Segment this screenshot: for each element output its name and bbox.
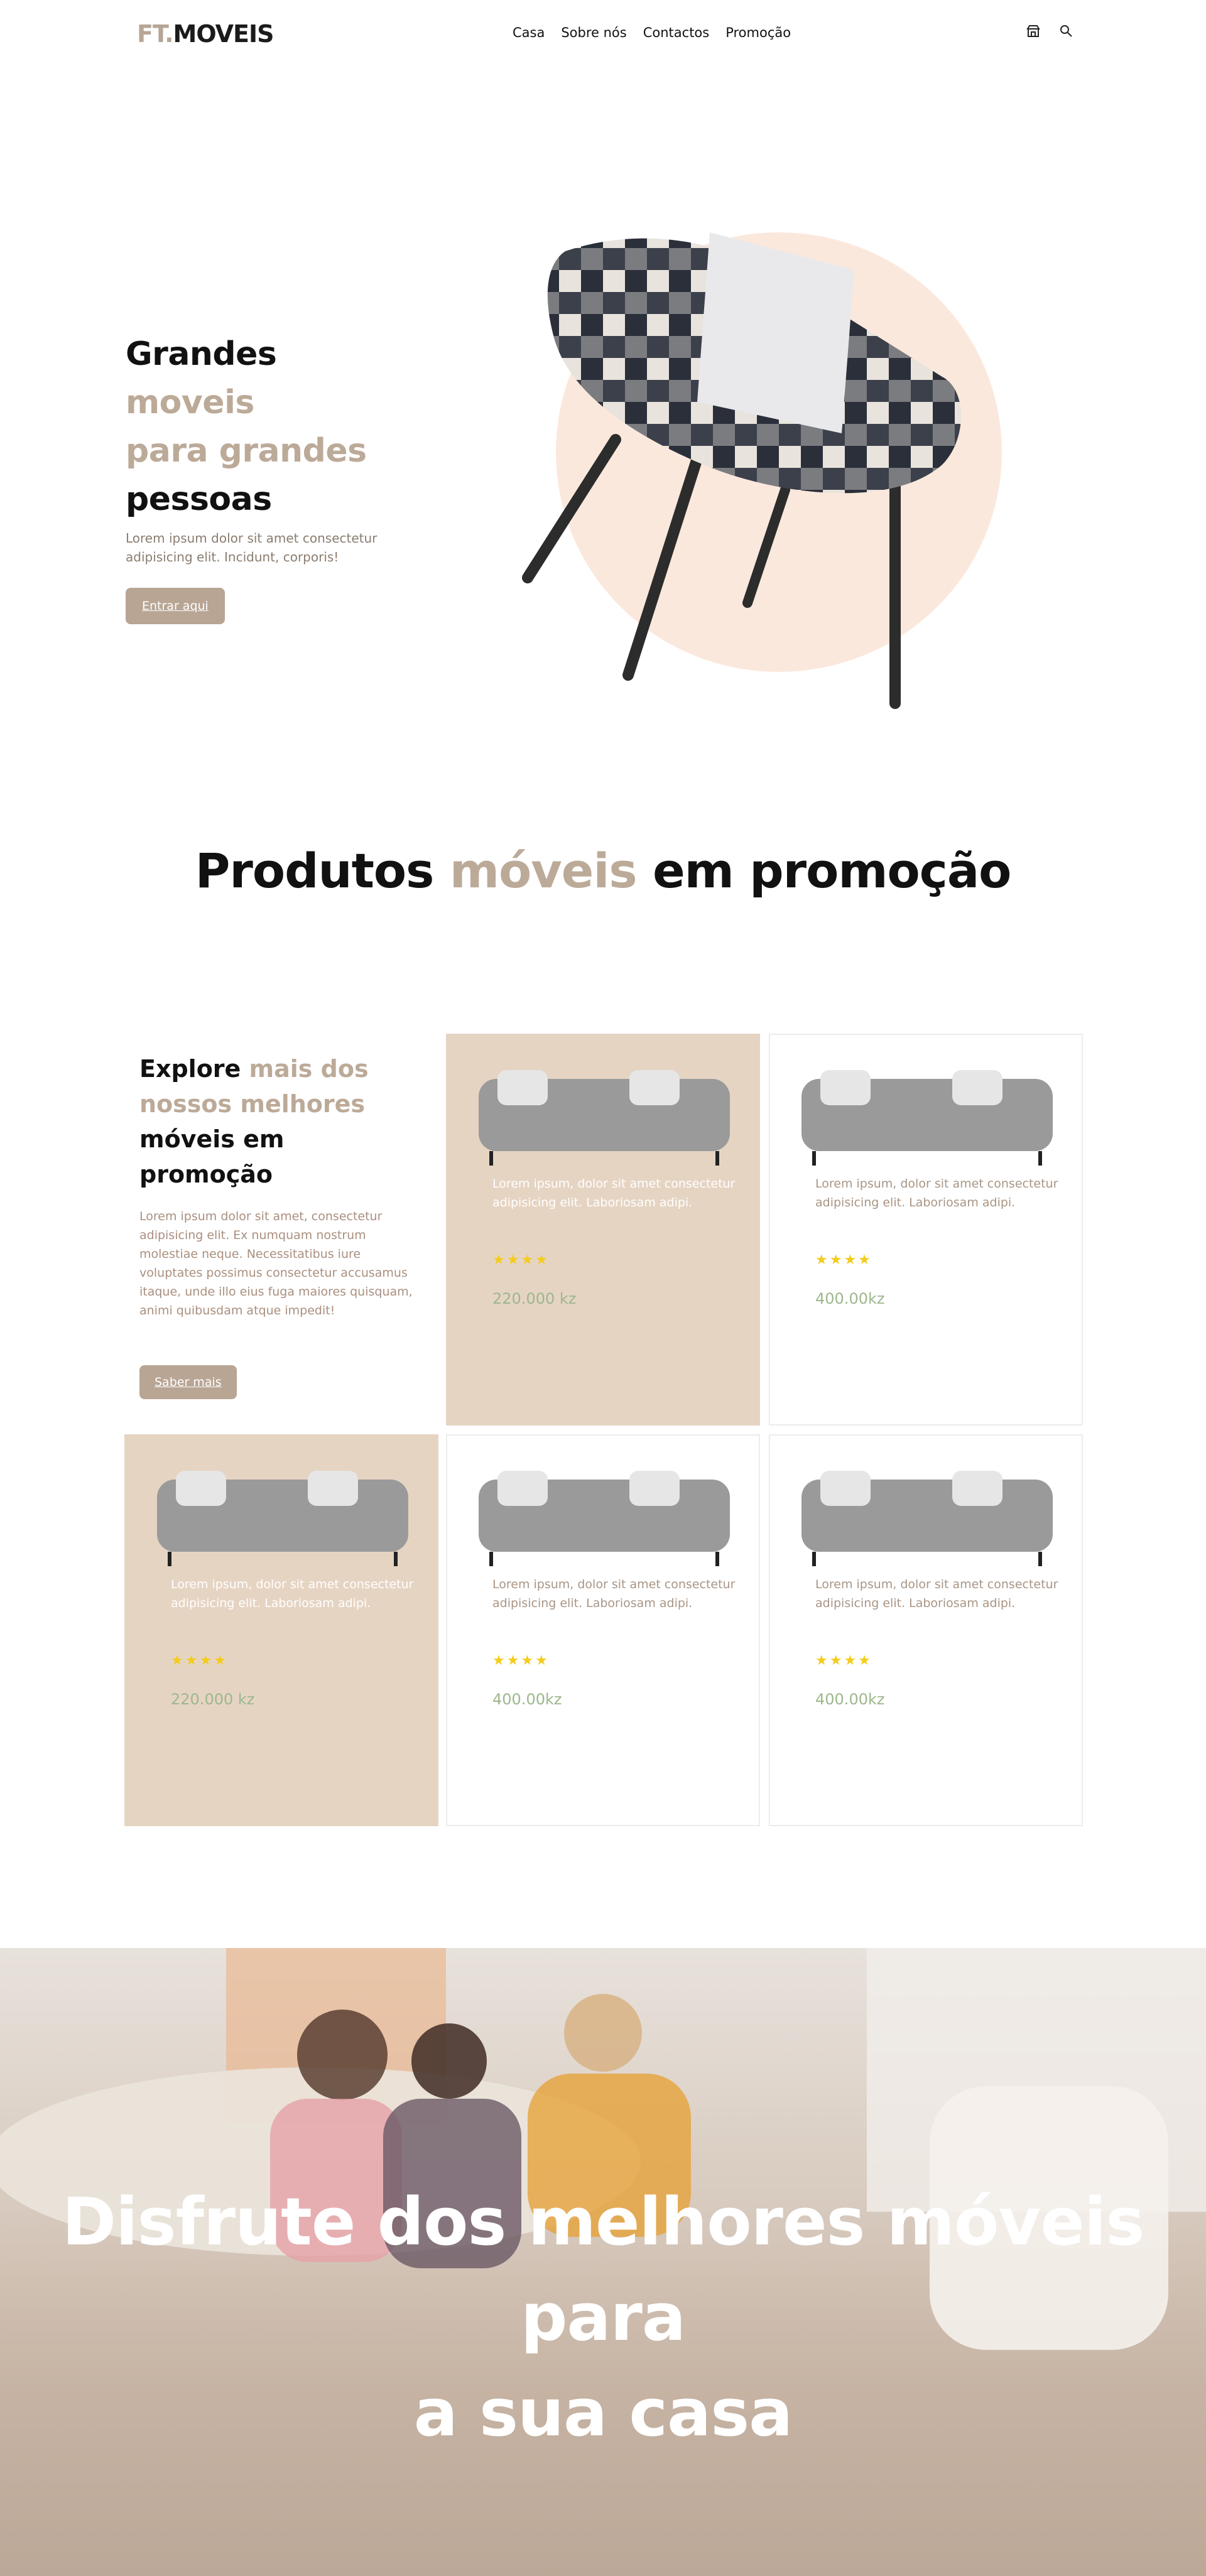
logo-prefix: FT. [137,20,174,48]
product-card[interactable]: Lorem ipsum, dolor sit amet consectetur … [446,1434,760,1826]
product-card[interactable]: Lorem ipsum, dolor sit amet consectetur … [446,1034,760,1426]
star-rating: ★★★★ [492,1252,550,1268]
menu-contactos[interactable]: Contactos [643,25,710,40]
product-price: 220.000 kz [492,1290,577,1307]
star-rating: ★★★★ [815,1653,872,1669]
product-description: Lorem ipsum, dolor sit amet consectetur … [492,1177,736,1210]
product-description: Lorem ipsum, dolor sit amet consectetur … [171,1578,414,1610]
section-title-part: Produtos [195,843,450,899]
product-description: Lorem ipsum, dolor sit amet consectetur … [815,1578,1058,1610]
intro-title-part-2: móveis em promoção [139,1125,285,1188]
store-icon[interactable] [1026,24,1041,39]
hero-title-part-3: pessoas [126,480,272,518]
hero-text: Grandes moveis para grandes pessoas Lore… [126,330,415,624]
product-price: 400.00kz [815,1290,885,1307]
main-menu: Casa Sobre nós Contactos Promoção [513,25,791,40]
hero-description: Lorem ipsum dolor sit amet consectetur a… [126,531,378,565]
star-rating: ★★★★ [815,1252,872,1268]
nav-icons [1026,24,1074,39]
sofa-image [801,1471,1053,1566]
product-card[interactable]: Lorem ipsum, dolor sit amet consectetur … [769,1434,1083,1826]
hero-title-part: Grandes [126,335,277,373]
product-description: Lorem ipsum, dolor sit amet consectetur … [815,1177,1058,1210]
section-title: Produtos móveis em promoção [0,843,1206,899]
navbar: FT.MOVEIS Casa Sobre nós Contactos Promo… [0,0,1206,69]
product-price: 400.00kz [492,1691,562,1708]
search-icon[interactable] [1059,24,1074,39]
product-description: Lorem ipsum, dolor sit amet consectetur … [492,1578,736,1610]
logo-main: MOVEIS [173,20,274,48]
product-price: 400.00kz [815,1691,885,1708]
menu-promocao[interactable]: Promoção [725,25,791,40]
enter-button[interactable]: Entrar aqui [126,588,225,624]
banner-title: Disfrute dos melhores móveis para a sua … [0,2174,1206,2460]
promo-intro: Explore mais dos nossos melhores móveis … [124,1034,438,1426]
hero-title: Grandes moveis para grandes pessoas [126,330,415,524]
star-rating: ★★★★ [171,1653,228,1669]
product-grid: Explore mais dos nossos melhores móveis … [124,1034,1083,1826]
section-title-accent: móveis [449,843,638,899]
intro-title-part: Explore [139,1055,249,1083]
learn-more-button[interactable]: Saber mais [139,1365,237,1399]
product-card[interactable]: Lorem ipsum, dolor sit amet consectetur … [124,1434,438,1826]
banner-title-line1: Disfrute dos melhores móveis para [62,2184,1145,2356]
intro-title: Explore mais dos nossos melhores móveis … [139,1051,423,1192]
menu-sobre-nos[interactable]: Sobre nós [561,25,626,40]
section-title-part-2: em promoção [636,843,1011,899]
hero-banner: Disfrute dos melhores móveis para a sua … [0,1948,1206,2576]
logo[interactable]: FT.MOVEIS [137,20,274,48]
armchair-image [515,226,1030,716]
menu-casa[interactable]: Casa [513,25,545,40]
banner-title-line2: a sua casa [413,2374,793,2451]
hero-title-accent: moveis [126,384,254,421]
hero-title-accent-2: para grandes [126,432,367,470]
sofa-image [479,1070,730,1166]
intro-description: Lorem ipsum dolor sit amet, consectetur … [139,1210,413,1318]
product-price: 220.000 kz [171,1691,255,1708]
sofa-image [479,1471,730,1566]
product-card[interactable]: Lorem ipsum, dolor sit amet consectetur … [769,1034,1083,1426]
sofa-image [157,1471,408,1566]
sofa-image [801,1070,1053,1166]
star-rating: ★★★★ [492,1653,550,1669]
